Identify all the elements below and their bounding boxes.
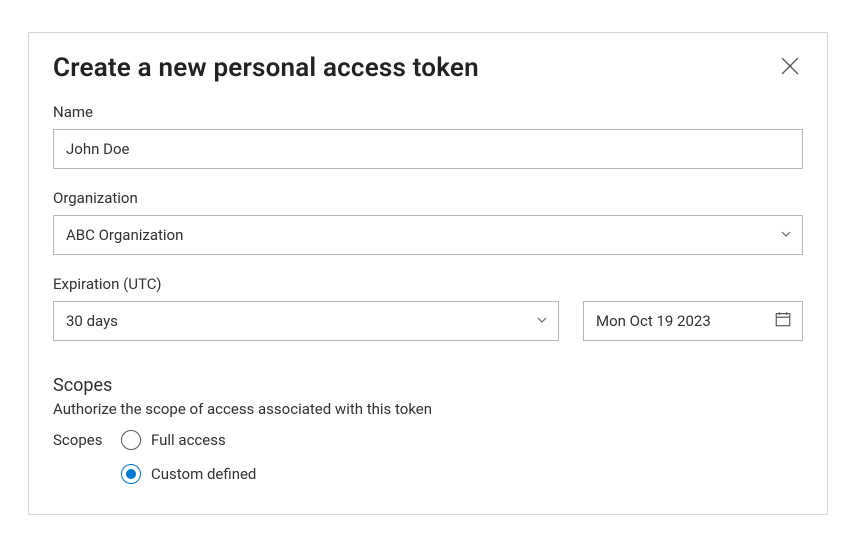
- scope-option-custom-label: Custom defined: [151, 465, 256, 483]
- radio-icon-selected: [121, 464, 141, 484]
- organization-field: Organization ABC Organization: [53, 189, 803, 255]
- chevron-down-icon: [780, 226, 792, 244]
- organization-label: Organization: [53, 189, 803, 207]
- radio-icon: [121, 430, 141, 450]
- scope-option-custom[interactable]: Custom defined: [121, 458, 256, 490]
- name-field: Name: [53, 103, 803, 169]
- expiration-field: Expiration (UTC) 30 days Mon Oct 19 2023: [53, 275, 803, 341]
- calendar-icon: [774, 310, 792, 332]
- scopes-description: Authorize the scope of access associated…: [53, 400, 803, 418]
- scopes-radio-group: Scopes Full access Custom defined: [53, 424, 803, 490]
- close-button[interactable]: [777, 53, 803, 79]
- scope-option-custom-row: Custom defined: [53, 458, 803, 490]
- chevron-down-icon: [536, 312, 548, 330]
- expiration-date-picker[interactable]: Mon Oct 19 2023: [583, 301, 803, 341]
- dialog-header: Create a new personal access token: [53, 53, 803, 83]
- expiration-duration-value: 30 days: [66, 312, 118, 330]
- expiration-label: Expiration (UTC): [53, 275, 803, 293]
- expiration-row: 30 days Mon Oct 19 2023: [53, 301, 803, 341]
- expiration-duration-select[interactable]: 30 days: [53, 301, 559, 341]
- name-input[interactable]: [53, 129, 803, 169]
- scope-option-full-row: Scopes Full access: [53, 424, 803, 456]
- expiration-date-value: Mon Oct 19 2023: [596, 312, 711, 330]
- create-pat-dialog: Create a new personal access token Name …: [28, 32, 828, 515]
- radio-dot: [126, 469, 136, 479]
- scope-option-full-label: Full access: [151, 431, 226, 449]
- scopes-title: Scopes: [53, 375, 803, 396]
- organization-value: ABC Organization: [66, 226, 183, 244]
- scopes-group-label: Scopes: [53, 431, 121, 449]
- close-icon: [781, 63, 799, 78]
- name-label: Name: [53, 103, 803, 121]
- dialog-title: Create a new personal access token: [53, 53, 479, 83]
- scope-option-full[interactable]: Full access: [121, 424, 226, 456]
- organization-select[interactable]: ABC Organization: [53, 215, 803, 255]
